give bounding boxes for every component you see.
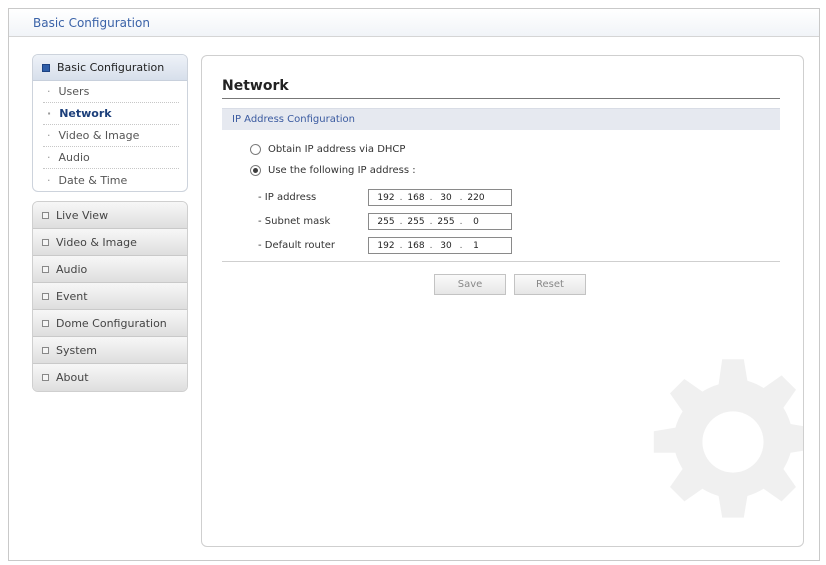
grey-square-icon [42, 346, 49, 354]
menu-item-label: System [56, 343, 98, 357]
octet[interactable]: 192 [375, 241, 397, 251]
bullet-dash-icon: · [47, 173, 51, 187]
grey-square-icon [42, 238, 49, 246]
sidebar-group-basic-configuration: Basic Configuration · Users · Network · Vid… [32, 54, 188, 192]
main-panel: Network IP Address Configuration Obtain … [201, 55, 804, 547]
subnet-mask-input[interactable]: 255. 255. 255. 0 [368, 213, 512, 230]
octet-separator: . [459, 240, 463, 251]
menu-item-label: Dome Configuration [56, 316, 167, 330]
menu-item-system[interactable]: System [33, 337, 187, 364]
sidebar-item-label: Network [59, 107, 112, 120]
sidebar-item-audio[interactable]: · Audio [43, 147, 179, 169]
app-window: Basic Configuration Basic Configuration … [8, 8, 820, 561]
radio-static-label: Use the following IP address : [268, 165, 416, 176]
subnet-mask-row: - Subnet mask 255. 255. 255. 0 [258, 213, 512, 230]
radio-dhcp-row[interactable]: Obtain IP address via DHCP [250, 144, 405, 155]
radio-static-row[interactable]: Use the following IP address : [250, 165, 416, 176]
sidebar-item-label: Date & Time [58, 173, 128, 187]
blue-square-icon [42, 63, 50, 72]
bullet-dash-icon: · [47, 151, 51, 164]
menu-item-video-image[interactable]: Video & Image [33, 229, 187, 256]
sidebar-item-label: Video & Image [58, 129, 140, 142]
menu-item-dome-configuration[interactable]: Dome Configuration [33, 310, 187, 337]
window-title: Basic Configuration [33, 16, 150, 30]
octet-separator: . [429, 192, 433, 203]
menu-item-label: Video & Image [56, 235, 137, 249]
sidebar-item-date-time[interactable]: · Date & Time [43, 169, 179, 191]
default-router-label: - Default router [258, 240, 336, 251]
reset-button[interactable]: Reset [514, 274, 586, 295]
sidebar-item-network[interactable]: · Network [43, 103, 179, 125]
menu-item-label: Live View [56, 208, 109, 222]
page-title: Network [222, 78, 289, 94]
ip-address-row: - IP address 192. 168. 30. 220 [258, 189, 512, 206]
default-router-input[interactable]: 192. 168. 30. 1 [368, 237, 512, 254]
sidebar: Basic Configuration · Users · Network · Vid… [32, 54, 188, 392]
bullet-dash-icon: · [47, 107, 52, 120]
section-header: IP Address Configuration [222, 108, 780, 130]
grey-square-icon [42, 319, 49, 327]
octet-separator: . [429, 216, 433, 227]
grey-square-icon [42, 265, 49, 273]
octet-separator: . [399, 240, 403, 251]
title-bar: Basic Configuration [9, 9, 819, 37]
grey-square-icon [42, 292, 49, 300]
grey-square-icon [42, 374, 49, 381]
octet-separator: . [399, 192, 403, 203]
octet[interactable]: 30 [435, 241, 457, 251]
ip-address-input[interactable]: 192. 168. 30. 220 [368, 189, 512, 206]
sidebar-menu: Live View Video & Image Audio Event Dome… [32, 201, 188, 392]
default-router-row: - Default router 192. 168. 30. 1 [258, 237, 512, 254]
octet-separator: . [459, 192, 463, 203]
octet-separator: . [429, 240, 433, 251]
radio-dhcp-label: Obtain IP address via DHCP [268, 144, 406, 155]
octet[interactable]: 30 [435, 193, 457, 203]
menu-item-label: Event [56, 289, 88, 303]
octet[interactable]: 0 [465, 217, 487, 227]
sidebar-item-video-image[interactable]: · Video & Image [43, 125, 179, 147]
menu-item-label: About [56, 371, 89, 384]
title-divider [222, 98, 780, 99]
menu-item-about[interactable]: About [33, 364, 187, 391]
radio-dhcp[interactable] [250, 144, 261, 155]
grey-square-icon [42, 211, 49, 219]
radio-static-ip[interactable] [250, 165, 261, 176]
ip-address-label: - IP address [258, 192, 317, 203]
menu-item-event[interactable]: Event [33, 283, 187, 310]
gear-icon [653, 359, 803, 518]
bullet-dash-icon: · [47, 129, 51, 142]
bullet-dash-icon: · [47, 85, 51, 98]
octet-separator: . [459, 216, 463, 227]
sidebar-item-label: Audio [58, 151, 90, 164]
octet-separator: . [399, 216, 403, 227]
octet[interactable]: 255 [435, 217, 457, 227]
form-divider [222, 261, 780, 262]
sidebar-item-label: Users [58, 85, 90, 98]
octet[interactable]: 192 [375, 193, 397, 203]
subnet-mask-label: - Subnet mask [258, 216, 331, 227]
octet[interactable]: 168 [405, 241, 427, 251]
sidebar-group-header-basic-configuration[interactable]: Basic Configuration [33, 55, 187, 81]
sidebar-group-label: Basic Configuration [57, 61, 165, 74]
save-button[interactable]: Save [434, 274, 506, 295]
menu-item-live-view[interactable]: Live View [33, 202, 187, 229]
octet[interactable]: 220 [465, 193, 487, 203]
menu-item-label: Audio [56, 262, 88, 276]
menu-item-audio[interactable]: Audio [33, 256, 187, 283]
octet[interactable]: 255 [375, 217, 397, 227]
octet[interactable]: 168 [405, 193, 427, 203]
octet[interactable]: 1 [465, 241, 487, 251]
sidebar-item-users[interactable]: · Users [43, 81, 179, 103]
octet[interactable]: 255 [405, 217, 427, 227]
section-title: IP Address Configuration [232, 114, 355, 125]
